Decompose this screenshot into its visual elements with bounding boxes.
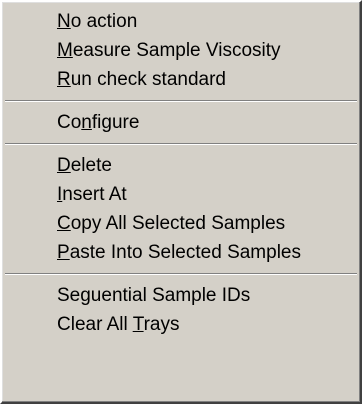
menu-item-mnemonic: T bbox=[132, 314, 144, 335]
menu-item-delete[interactable]: Delete bbox=[2, 151, 360, 180]
menu-item-clear-all-trays[interactable]: Clear All Trays bbox=[2, 310, 360, 339]
menu-item-mnemonic: M bbox=[57, 40, 73, 61]
menu-item-text: elete bbox=[70, 155, 112, 176]
menu-item-run-check-standard[interactable]: Run check standard bbox=[2, 65, 360, 94]
menu-item-mnemonic: C bbox=[57, 213, 71, 234]
menu-item-mnemonic: D bbox=[57, 155, 71, 176]
menu-item-insert-at[interactable]: Insert At bbox=[2, 180, 360, 209]
menu-item-mnemonic: n bbox=[81, 112, 92, 133]
menu-item-text: easure Sample Viscosity bbox=[72, 40, 281, 61]
menu-item-copy-all-selected-samples[interactable]: Copy All Selected Samples bbox=[2, 209, 360, 238]
menu-item-configure[interactable]: Configure bbox=[2, 108, 360, 137]
menu-item-text: un check standard bbox=[70, 69, 226, 90]
menu-item-text: o action bbox=[70, 11, 138, 32]
context-menu: No action Measure Sample Viscosity Run c… bbox=[0, 0, 362, 404]
menu-item-text: aste Into Selected Samples bbox=[69, 242, 301, 263]
menu-item-text: Co bbox=[57, 112, 82, 133]
menu-item-text: figure bbox=[91, 112, 140, 133]
menu-item-paste-into-selected-samples[interactable]: Paste Into Selected Samples bbox=[2, 238, 360, 267]
menu-item-mnemonic: R bbox=[57, 69, 71, 90]
menu-item-mnemonic: N bbox=[57, 11, 71, 32]
menu-item-text: opy All Selected Samples bbox=[70, 213, 286, 234]
menu-item-text: rays bbox=[143, 314, 180, 335]
menu-separator bbox=[2, 94, 360, 108]
menu-item-text: nsert At bbox=[62, 184, 127, 205]
menu-item-mnemonic: P bbox=[57, 242, 70, 263]
menu-item-text: Seguential Sample IDs bbox=[57, 285, 251, 306]
menu-item-measure-sample-viscosity[interactable]: Measure Sample Viscosity bbox=[2, 36, 360, 65]
menu-item-text: Clear All bbox=[57, 314, 133, 335]
menu-item-sequential-sample-ids[interactable]: Seguential Sample IDs bbox=[2, 281, 360, 310]
menu-separator bbox=[2, 137, 360, 151]
menu-separator bbox=[2, 267, 360, 281]
menu-item-no-action[interactable]: No action bbox=[2, 7, 360, 36]
